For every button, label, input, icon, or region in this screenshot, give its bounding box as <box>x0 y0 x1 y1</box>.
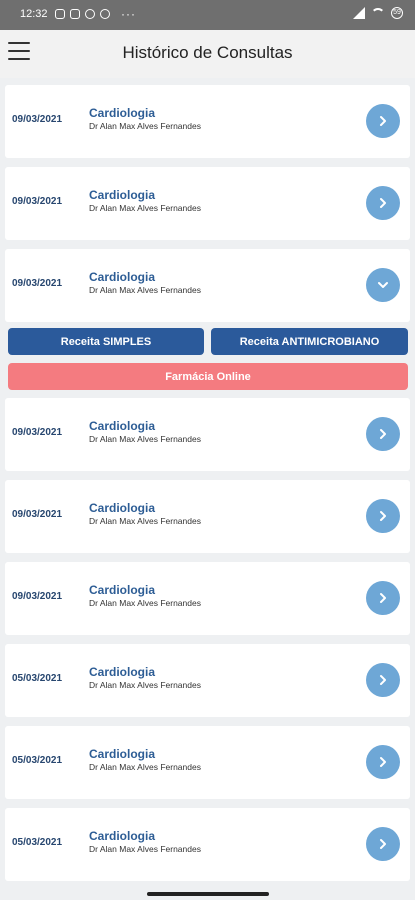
consultation-date: 09/03/2021 <box>12 509 63 520</box>
consultation-specialty: Cardiologia <box>89 106 156 120</box>
chevron-right-icon[interactable] <box>366 581 400 615</box>
consultation-doctor: Dr Alan Max Alves Fernandes <box>89 598 201 608</box>
consultation-card[interactable]: 09/03/2021 Cardiologia Dr Alan Max Alves… <box>5 480 410 553</box>
shield-icon <box>55 9 65 19</box>
notification-icons: ··· <box>55 7 136 21</box>
chevron-right-icon[interactable] <box>366 499 400 533</box>
consultation-specialty: Cardiologia <box>89 747 156 761</box>
chevron-down-icon[interactable] <box>366 268 400 302</box>
consultation-doctor: Dr Alan Max Alves Fernandes <box>89 844 201 854</box>
consultation-card[interactable]: 09/03/2021 Cardiologia Dr Alan Max Alves… <box>5 398 410 471</box>
chevron-right-icon[interactable] <box>366 186 400 220</box>
wifi-icon <box>371 8 385 18</box>
page-title: Histórico de Consultas <box>122 43 293 62</box>
chevron-right-icon[interactable] <box>366 104 400 138</box>
consultation-doctor: Dr Alan Max Alves Fernandes <box>89 434 201 444</box>
message-icon <box>70 9 80 19</box>
consultation-doctor: Dr Alan Max Alves Fernandes <box>89 121 201 131</box>
app-icon <box>100 9 110 19</box>
status-time: 12:32 <box>20 8 48 20</box>
consultation-date: 05/03/2021 <box>12 837 63 848</box>
consultation-date: 09/03/2021 <box>12 196 63 207</box>
signal-icon <box>353 7 365 19</box>
consultation-date: 09/03/2021 <box>12 278 63 289</box>
consultation-doctor: Dr Alan Max Alves Fernandes <box>89 516 201 526</box>
chevron-right-icon[interactable] <box>366 663 400 697</box>
consultation-date: 09/03/2021 <box>12 427 63 438</box>
consultation-specialty: Cardiologia <box>89 829 156 843</box>
system-icons: 59 <box>353 7 403 19</box>
chevron-right-icon[interactable] <box>366 745 400 779</box>
consultation-date: 09/03/2021 <box>12 591 63 602</box>
consultation-specialty: Cardiologia <box>89 501 156 515</box>
consultation-doctor: Dr Alan Max Alves Fernandes <box>89 285 201 295</box>
consultation-card[interactable]: 05/03/2021 Cardiologia Dr Alan Max Alves… <box>5 644 410 717</box>
consultation-specialty: Cardiologia <box>89 270 156 284</box>
chevron-right-icon[interactable] <box>366 827 400 861</box>
chevron-right-icon[interactable] <box>366 417 400 451</box>
farmacia-online-button[interactable]: Farmácia Online <box>8 363 408 390</box>
consultation-card[interactable]: 09/03/2021 Cardiologia Dr Alan Max Alves… <box>5 167 410 240</box>
consultation-specialty: Cardiologia <box>89 665 156 679</box>
battery-icon: 59 <box>391 7 403 19</box>
receita-antimicrobiano-button[interactable]: Receita ANTIMICROBIANO <box>211 328 408 355</box>
consultation-date: 09/03/2021 <box>12 114 63 125</box>
consultation-card[interactable]: 09/03/2021 Cardiologia Dr Alan Max Alves… <box>5 562 410 635</box>
consultation-doctor: Dr Alan Max Alves Fernandes <box>89 762 201 772</box>
consultation-doctor: Dr Alan Max Alves Fernandes <box>89 203 201 213</box>
consultation-specialty: Cardiologia <box>89 583 156 597</box>
consultation-specialty: Cardiologia <box>89 188 156 202</box>
home-indicator[interactable] <box>147 892 269 896</box>
status-bar: 12:32 ··· 59 <box>0 0 415 30</box>
consultation-card[interactable]: 05/03/2021 Cardiologia Dr Alan Max Alves… <box>5 726 410 799</box>
consultation-date: 05/03/2021 <box>12 673 63 684</box>
consultation-specialty: Cardiologia <box>89 419 156 433</box>
overflow-dots: ··· <box>121 7 136 21</box>
consultation-card[interactable]: 05/03/2021 Cardiologia Dr Alan Max Alves… <box>5 808 410 881</box>
consultation-date: 05/03/2021 <box>12 755 63 766</box>
whatsapp-icon <box>85 9 95 19</box>
consultation-card[interactable]: 09/03/2021 Cardiologia Dr Alan Max Alves… <box>5 85 410 158</box>
consultation-doctor: Dr Alan Max Alves Fernandes <box>89 680 201 690</box>
app-bar: Histórico de Consultas <box>0 30 415 78</box>
consultation-card-expanded[interactable]: 09/03/2021 Cardiologia Dr Alan Max Alves… <box>5 249 410 322</box>
receita-simples-button[interactable]: Receita SIMPLES <box>8 328 204 355</box>
